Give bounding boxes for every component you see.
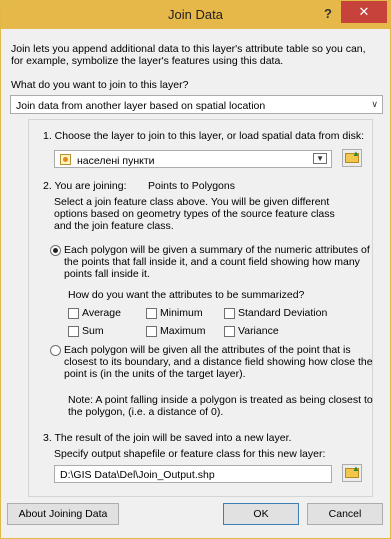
point-layer-icon (60, 154, 71, 165)
intro-line-2: for example, symbolize the layer's featu… (11, 55, 284, 67)
layer-name: населені пункти (77, 155, 155, 167)
output-path-input[interactable]: D:\GIS Data\Del\Join_Output.shp (54, 465, 332, 483)
summarize-question: How do you want the attributes to be sum… (68, 289, 305, 301)
join-data-dialog: Join Data ? ✕ Join lets you append addit… (0, 0, 391, 539)
about-joining-button[interactable]: About Joining Data (7, 503, 119, 525)
output-path-value: D:\GIS Data\Del\Join_Output.shp (60, 469, 215, 481)
joining-type: Points to Polygons (148, 180, 235, 192)
maximum-checkbox[interactable] (146, 326, 157, 337)
stddev-checkbox[interactable] (224, 308, 235, 319)
note-line-1: Note: A point falling inside a polygon i… (68, 394, 373, 406)
layer-dropdown[interactable]: населені пункти ▼ (54, 150, 332, 168)
help-button[interactable]: ? (319, 4, 337, 24)
step2-label: 2. You are joining: (43, 180, 127, 192)
chevron-down-icon: ∨ (371, 99, 378, 109)
step3-specify: Specify output shapefile or feature clas… (54, 448, 326, 460)
sum-checkbox[interactable] (68, 326, 79, 337)
average-checkbox[interactable] (68, 308, 79, 319)
maximum-label: Maximum (160, 325, 206, 337)
step1-label: 1. Choose the layer to join to this laye… (43, 130, 365, 142)
step2-desc-2: options based on geometry types of the s… (54, 208, 335, 220)
join-type-question: What do you want to join to this layer? (11, 79, 189, 91)
minimum-checkbox[interactable] (146, 308, 157, 319)
minimum-label: Minimum (160, 307, 203, 319)
chevron-down-icon: ▼ (313, 153, 327, 164)
step2-desc-3: and the join feature class. (54, 220, 174, 232)
closest-option-line-2: closest to its boundary, and a distance … (64, 356, 373, 368)
summary-option-line-3: points fall inside it. (64, 268, 150, 280)
open-folder-button[interactable]: ▲ (342, 149, 362, 167)
join-type-dropdown[interactable]: Join data from another layer based on sp… (10, 95, 383, 114)
intro-line-1: Join lets you append additional data to … (11, 43, 366, 55)
variance-checkbox[interactable] (224, 326, 235, 337)
sum-label: Sum (82, 325, 104, 337)
stddev-label: Standard Deviation (238, 307, 328, 319)
closest-option-line-1: Each polygon will be given all the attri… (64, 344, 351, 356)
cancel-button[interactable]: Cancel (307, 503, 383, 525)
step2-desc-1: Select a join feature class above. You w… (54, 196, 330, 208)
step3-label: 3. The result of the join will be saved … (43, 432, 292, 444)
closest-option-radio[interactable] (50, 345, 61, 356)
arrow-up-icon: ▲ (352, 149, 360, 158)
close-button[interactable]: ✕ (341, 1, 387, 23)
summary-option-line-2: the points that fall inside it, and a co… (64, 256, 360, 268)
title-bar: Join Data ? ✕ (1, 1, 390, 29)
ok-button[interactable]: OK (223, 503, 299, 525)
join-type-selected: Join data from another layer based on sp… (16, 100, 266, 112)
arrow-up-icon: ▲ (352, 464, 360, 473)
summary-option-radio[interactable] (50, 245, 61, 256)
closest-option-line-3: point is (in the units of the target lay… (64, 368, 246, 380)
average-label: Average (82, 307, 121, 319)
note-line-2: the polygon, (i.e. a distance of 0). (68, 406, 224, 418)
browse-output-button[interactable]: ▲ (342, 464, 362, 482)
summary-option-line-1: Each polygon will be given a summary of … (64, 244, 370, 256)
variance-label: Variance (238, 325, 279, 337)
